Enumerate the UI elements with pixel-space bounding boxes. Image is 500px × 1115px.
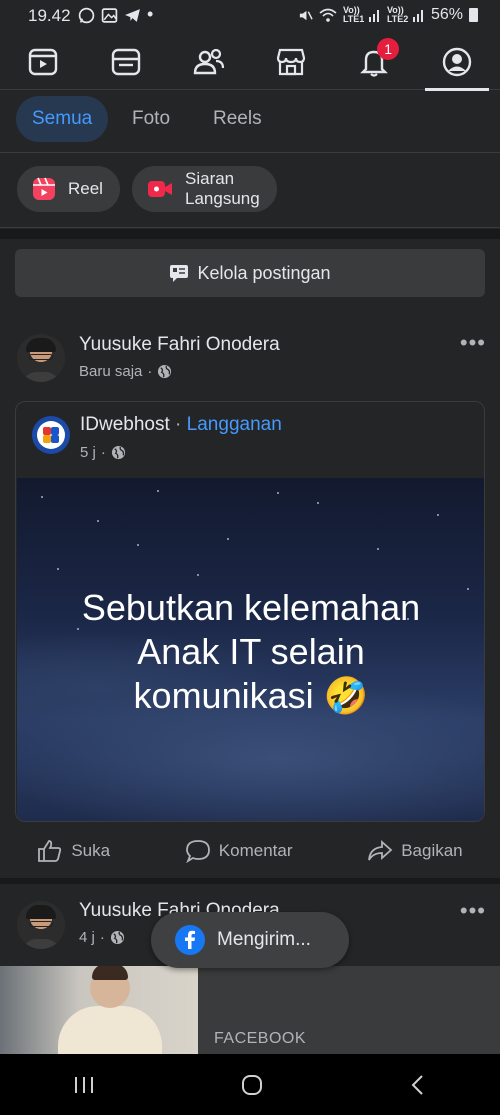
notification-badge: 1 — [377, 38, 400, 60]
globe-icon — [110, 930, 124, 945]
recent-apps-icon[interactable] — [72, 1075, 96, 1095]
author-avatar[interactable] — [17, 334, 65, 382]
post-author-name[interactable]: Yuusuke Fahri Onodera — [79, 334, 280, 356]
page-logo[interactable] — [32, 416, 70, 454]
tab-marketplace[interactable] — [256, 34, 326, 90]
reel-label: Reel — [68, 179, 103, 198]
profile-icon — [442, 47, 472, 77]
manage-posts-label: Kelola postingan — [197, 262, 331, 283]
shared-meta-separator: · — [100, 444, 106, 461]
tab-friends[interactable] — [174, 34, 244, 90]
telegram-icon — [125, 9, 140, 22]
live-video-icon — [148, 181, 172, 197]
sending-toast: Mengirim... — [151, 912, 349, 968]
link-thumbnail — [0, 966, 198, 1054]
author-avatar[interactable] — [17, 901, 65, 949]
whatsapp-icon — [78, 7, 95, 24]
globe-icon — [111, 445, 125, 460]
tab-notifications[interactable]: 1 — [339, 34, 409, 90]
link-preview[interactable]: FACEBOOK — [0, 966, 500, 1054]
back-icon[interactable] — [408, 1074, 428, 1096]
create-live-button[interactable]: Siaran Langsung — [132, 166, 277, 212]
image-text-line1: Sebutkan kelemahan — [81, 587, 421, 628]
shared-meta: 5 j · — [80, 444, 126, 461]
create-row: Reel Siaran Langsung — [0, 154, 500, 228]
share-label: Bagikan — [401, 841, 463, 860]
gallery-icon — [101, 8, 118, 23]
image-text-line3: komunikasi 🤣 — [133, 675, 369, 716]
post-time[interactable]: 4 j — [79, 929, 95, 946]
post-more-button[interactable]: ••• — [460, 330, 486, 356]
header-separator: · — [169, 414, 187, 435]
post-meta: 4 j · — [79, 929, 125, 946]
filter-row: Semua Foto Reels — [0, 91, 500, 153]
manage-posts-icon — [170, 265, 189, 282]
toast-label: Mengirim... — [217, 929, 311, 950]
like-icon — [38, 840, 62, 862]
signal1-icon — [368, 10, 379, 22]
share-icon — [368, 839, 393, 861]
sim1-label: Vo)) LTE1 — [342, 5, 365, 24]
post-meta: Baru saja · — [79, 363, 172, 380]
like-label: Suka — [71, 841, 111, 860]
dot-icon: • — [147, 4, 154, 24]
comment-label: Komentar — [218, 841, 293, 860]
share-button[interactable]: Bagikan — [367, 839, 463, 863]
post-time[interactable]: Baru saja — [79, 363, 142, 380]
create-reel-button[interactable]: Reel — [17, 166, 120, 212]
post-image[interactable]: Sebutkan kelemahan Anak IT selain komuni… — [17, 478, 484, 821]
subscribe-link[interactable]: Langganan — [187, 414, 282, 436]
comment-icon — [185, 840, 210, 863]
filter-photos[interactable]: Foto — [116, 96, 186, 142]
live-label-line1: Siaran — [185, 169, 235, 188]
video-icon — [28, 48, 58, 76]
meta-separator: · — [147, 363, 153, 380]
comment-button[interactable]: Komentar — [185, 839, 293, 863]
tab-profile[interactable] — [422, 34, 492, 91]
friends-icon — [193, 48, 224, 75]
shared-header: IDwebhost · Langganan — [80, 414, 282, 436]
link-domain: FACEBOOK — [214, 1030, 307, 1047]
status-time: 19.42 — [28, 6, 71, 25]
shared-post-card[interactable]: IDwebhost · Langganan 5 j · Sebutkan kel… — [15, 401, 485, 822]
shared-time[interactable]: 5 j — [80, 444, 96, 461]
post-more-button[interactable]: ••• — [460, 898, 486, 924]
status-left-icons: • — [78, 4, 154, 24]
meta-separator: · — [99, 929, 105, 946]
page-name[interactable]: IDwebhost — [80, 414, 170, 436]
globe-icon — [158, 364, 172, 379]
signal2-icon — [412, 10, 423, 22]
post-actions: Suka Komentar Bagikan — [0, 826, 500, 876]
filter-all[interactable]: Semua — [16, 96, 109, 142]
like-button[interactable]: Suka — [37, 839, 110, 863]
manage-posts-button[interactable]: Kelola postingan — [15, 249, 485, 297]
marketplace-icon — [277, 48, 306, 76]
sim2-label: Vo)) LTE2 — [386, 5, 409, 24]
mute-icon — [299, 10, 313, 20]
tab-video[interactable] — [8, 34, 78, 90]
system-navigation-bar — [0, 1054, 500, 1115]
image-text-line2: Anak IT selain — [137, 631, 365, 672]
reel-icon — [33, 177, 55, 200]
post-image-text: Sebutkan kelemahan Anak IT selain komuni… — [17, 586, 484, 718]
feed-icon — [111, 48, 140, 76]
facebook-icon — [175, 925, 205, 955]
status-right: Vo)) LTE1 Vo)) LTE2 56% — [298, 6, 478, 24]
battery-percent: 56% — [430, 6, 463, 23]
filter-reels[interactable]: Reels — [197, 96, 278, 142]
section-divider — [0, 229, 500, 239]
tab-feeds[interactable] — [91, 34, 161, 90]
battery-icon — [469, 8, 478, 22]
home-icon[interactable] — [240, 1074, 264, 1096]
status-bar: 19.42 • Vo)) LTE1 Vo)) LTE2 56% — [0, 0, 500, 34]
wifi-icon — [319, 8, 337, 22]
top-navigation: 1 — [0, 34, 500, 91]
live-label-line2: Langsung — [185, 189, 260, 208]
